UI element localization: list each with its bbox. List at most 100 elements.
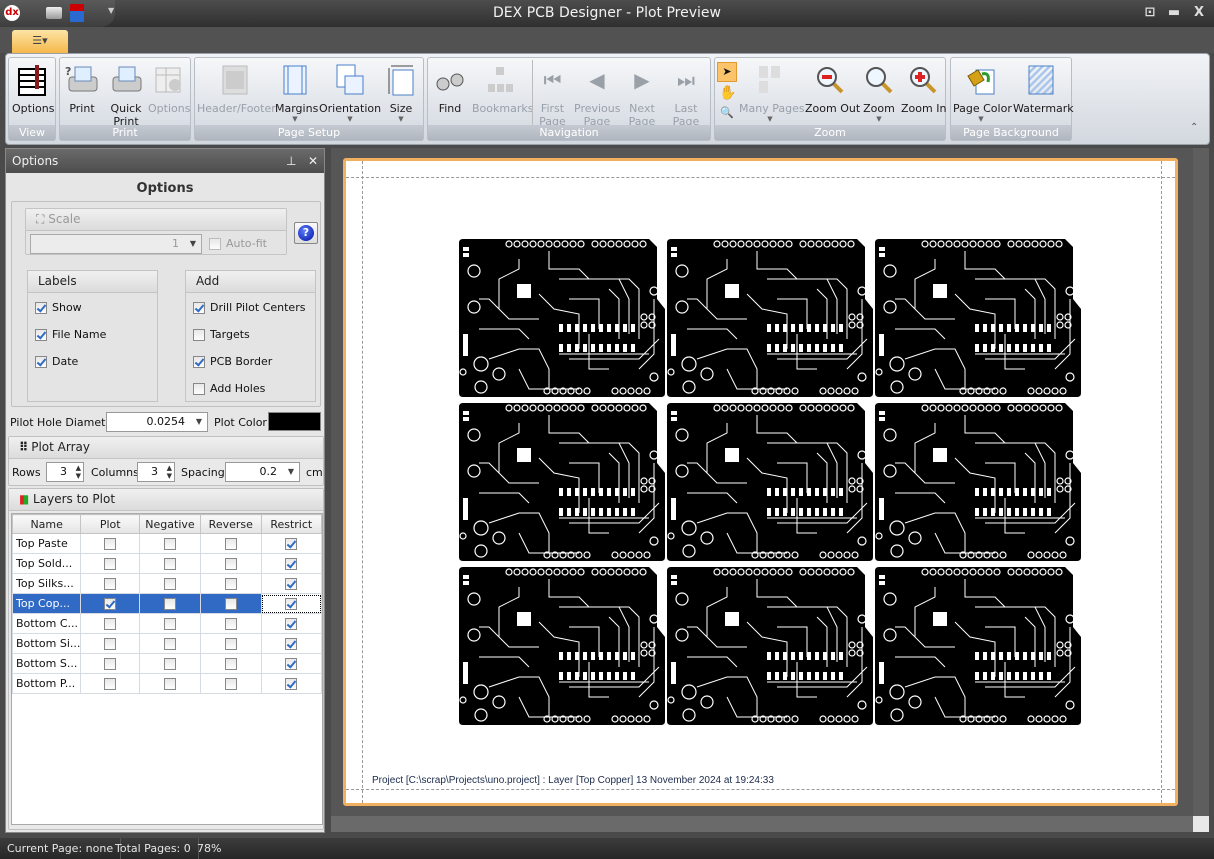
plot-checkbox[interactable] — [104, 638, 117, 650]
autofit-checkbox[interactable]: Auto-fit — [209, 237, 267, 250]
magnifier-tool-icon[interactable]: 🔍 — [720, 106, 734, 119]
pilot-hole-diameter-input[interactable]: 0.0254 ▼ — [106, 412, 208, 432]
restrict-checkbox[interactable] — [285, 658, 298, 670]
first-page-button[interactable]: ⏮ First Page — [532, 60, 572, 128]
reverse-checkbox[interactable] — [224, 678, 237, 690]
maximize-icon[interactable]: ▬ — [1164, 5, 1184, 20]
layer-row[interactable]: Top Sold... — [11, 553, 323, 574]
checkbox-drill-pilot-centers[interactable]: Drill Pilot Centers — [193, 301, 305, 314]
reverse-cell[interactable] — [200, 593, 262, 614]
header-footer-button[interactable]: Header/Footer — [197, 60, 276, 115]
reverse-checkbox[interactable] — [224, 538, 237, 550]
vertical-scrollbar[interactable] — [1193, 148, 1209, 816]
page-color-button[interactable]: Page Color ▼ — [953, 60, 1012, 123]
zoom-in-button[interactable]: Zoom In — [901, 60, 946, 115]
options-view-button[interactable]: Options — [12, 60, 54, 115]
zoom-button[interactable]: Zoom ▼ — [859, 60, 899, 123]
reverse-cell[interactable] — [200, 553, 262, 574]
preview-page[interactable]: Project [C:\scrap\Projects\uno.project] … — [343, 158, 1178, 806]
negative-checkbox[interactable] — [163, 578, 176, 590]
restrict-checkbox[interactable] — [285, 678, 298, 690]
restrict-checkbox[interactable] — [285, 558, 298, 570]
checkbox[interactable] — [35, 301, 47, 314]
checkbox-show[interactable]: Show — [35, 301, 82, 314]
negative-checkbox[interactable] — [163, 638, 176, 650]
reverse-cell[interactable] — [200, 673, 262, 694]
restrict-cell[interactable] — [260, 593, 323, 614]
restrict-cell[interactable] — [260, 533, 323, 554]
rows-stepper[interactable]: 3 ▲ ▼ — [46, 462, 84, 482]
spin-arrows-icon[interactable]: ▲ ▼ — [76, 464, 81, 480]
reverse-checkbox[interactable] — [224, 658, 237, 670]
restrict-cell[interactable] — [260, 553, 323, 574]
checkbox[interactable] — [209, 237, 221, 250]
plot-checkbox[interactable] — [104, 578, 117, 590]
reverse-cell[interactable] — [200, 613, 262, 634]
plot-color-swatch[interactable] — [268, 412, 321, 431]
layer-row[interactable]: Top Paste — [11, 533, 323, 554]
plot-cell[interactable] — [80, 533, 140, 554]
layer-row[interactable]: Top Silks... — [11, 573, 323, 594]
scale-input[interactable]: 1 ▼ — [30, 234, 202, 254]
plot-checkbox[interactable] — [104, 538, 117, 550]
reverse-cell[interactable] — [200, 533, 262, 554]
plot-cell[interactable] — [80, 653, 140, 674]
negative-cell[interactable] — [138, 633, 202, 654]
next-page-button[interactable]: ▶ Next Page — [622, 60, 662, 128]
zoom-out-button[interactable]: Zoom Out — [805, 60, 860, 115]
checkbox[interactable] — [193, 382, 205, 395]
checkbox-file-name[interactable]: File Name — [35, 328, 106, 341]
checkbox[interactable] — [193, 301, 205, 314]
plot-cell[interactable] — [80, 553, 140, 574]
reverse-checkbox[interactable] — [224, 638, 237, 650]
reverse-cell[interactable] — [200, 653, 262, 674]
restrict-cell[interactable] — [260, 673, 323, 694]
help-button[interactable]: ? — [294, 222, 318, 244]
columns-stepper[interactable]: 3 ▲ ▼ — [137, 462, 175, 482]
layer-row[interactable]: Bottom Si... — [11, 633, 323, 654]
reverse-cell[interactable] — [200, 573, 262, 594]
many-pages-button[interactable]: Many Pages ▼ — [739, 60, 805, 123]
negative-checkbox[interactable] — [163, 538, 176, 550]
negative-cell[interactable] — [138, 533, 202, 554]
layer-row[interactable]: Bottom C... — [11, 613, 323, 634]
restrict-checkbox[interactable] — [285, 638, 298, 650]
reverse-checkbox[interactable] — [224, 598, 237, 610]
close-icon[interactable]: X — [1189, 5, 1209, 20]
layer-row[interactable]: Top Cop... — [11, 593, 323, 614]
restore-icon[interactable]: ⊡ — [1140, 5, 1160, 20]
plot-cell[interactable] — [80, 613, 140, 634]
negative-cell[interactable] — [138, 653, 202, 674]
restrict-cell[interactable] — [260, 633, 323, 654]
plot-cell[interactable] — [80, 573, 140, 594]
margins-button[interactable]: Margins ▼ — [275, 60, 318, 123]
layer-row[interactable]: Bottom S... — [11, 653, 323, 674]
application-menu-button[interactable]: ☰▾ — [12, 30, 68, 53]
checkbox-targets[interactable]: Targets — [193, 328, 250, 341]
column-header-plot[interactable]: Plot — [80, 514, 140, 534]
spacing-input[interactable]: 0.2 ▼ — [225, 462, 300, 482]
reverse-checkbox[interactable] — [224, 618, 237, 630]
restrict-cell[interactable] — [260, 653, 323, 674]
restrict-checkbox[interactable] — [285, 598, 298, 610]
column-header-restrict[interactable]: Restrict — [260, 514, 323, 534]
size-button[interactable]: Size ▼ — [383, 60, 419, 123]
checkbox[interactable] — [35, 328, 47, 341]
checkbox-date[interactable]: Date — [35, 355, 78, 368]
checkbox-pcb-border[interactable]: PCB Border — [193, 355, 272, 368]
watermark-button[interactable]: Watermark — [1013, 60, 1074, 115]
plot-checkbox[interactable] — [104, 618, 117, 630]
quick-print-button[interactable]: Quick Print — [104, 60, 148, 128]
column-header-negative[interactable]: Negative — [138, 514, 202, 534]
print-button[interactable]: ? Print — [62, 60, 102, 115]
pointer-tool-icon[interactable]: ➤ — [717, 62, 737, 82]
plot-checkbox[interactable] — [104, 598, 117, 610]
plot-cell[interactable] — [80, 593, 140, 614]
reverse-checkbox[interactable] — [224, 558, 237, 570]
checkbox[interactable] — [193, 328, 205, 341]
column-header-name[interactable]: Name — [11, 514, 82, 534]
negative-cell[interactable] — [138, 553, 202, 574]
negative-cell[interactable] — [138, 673, 202, 694]
hand-tool-icon[interactable]: ✋ — [719, 85, 736, 101]
negative-cell[interactable] — [138, 593, 202, 614]
